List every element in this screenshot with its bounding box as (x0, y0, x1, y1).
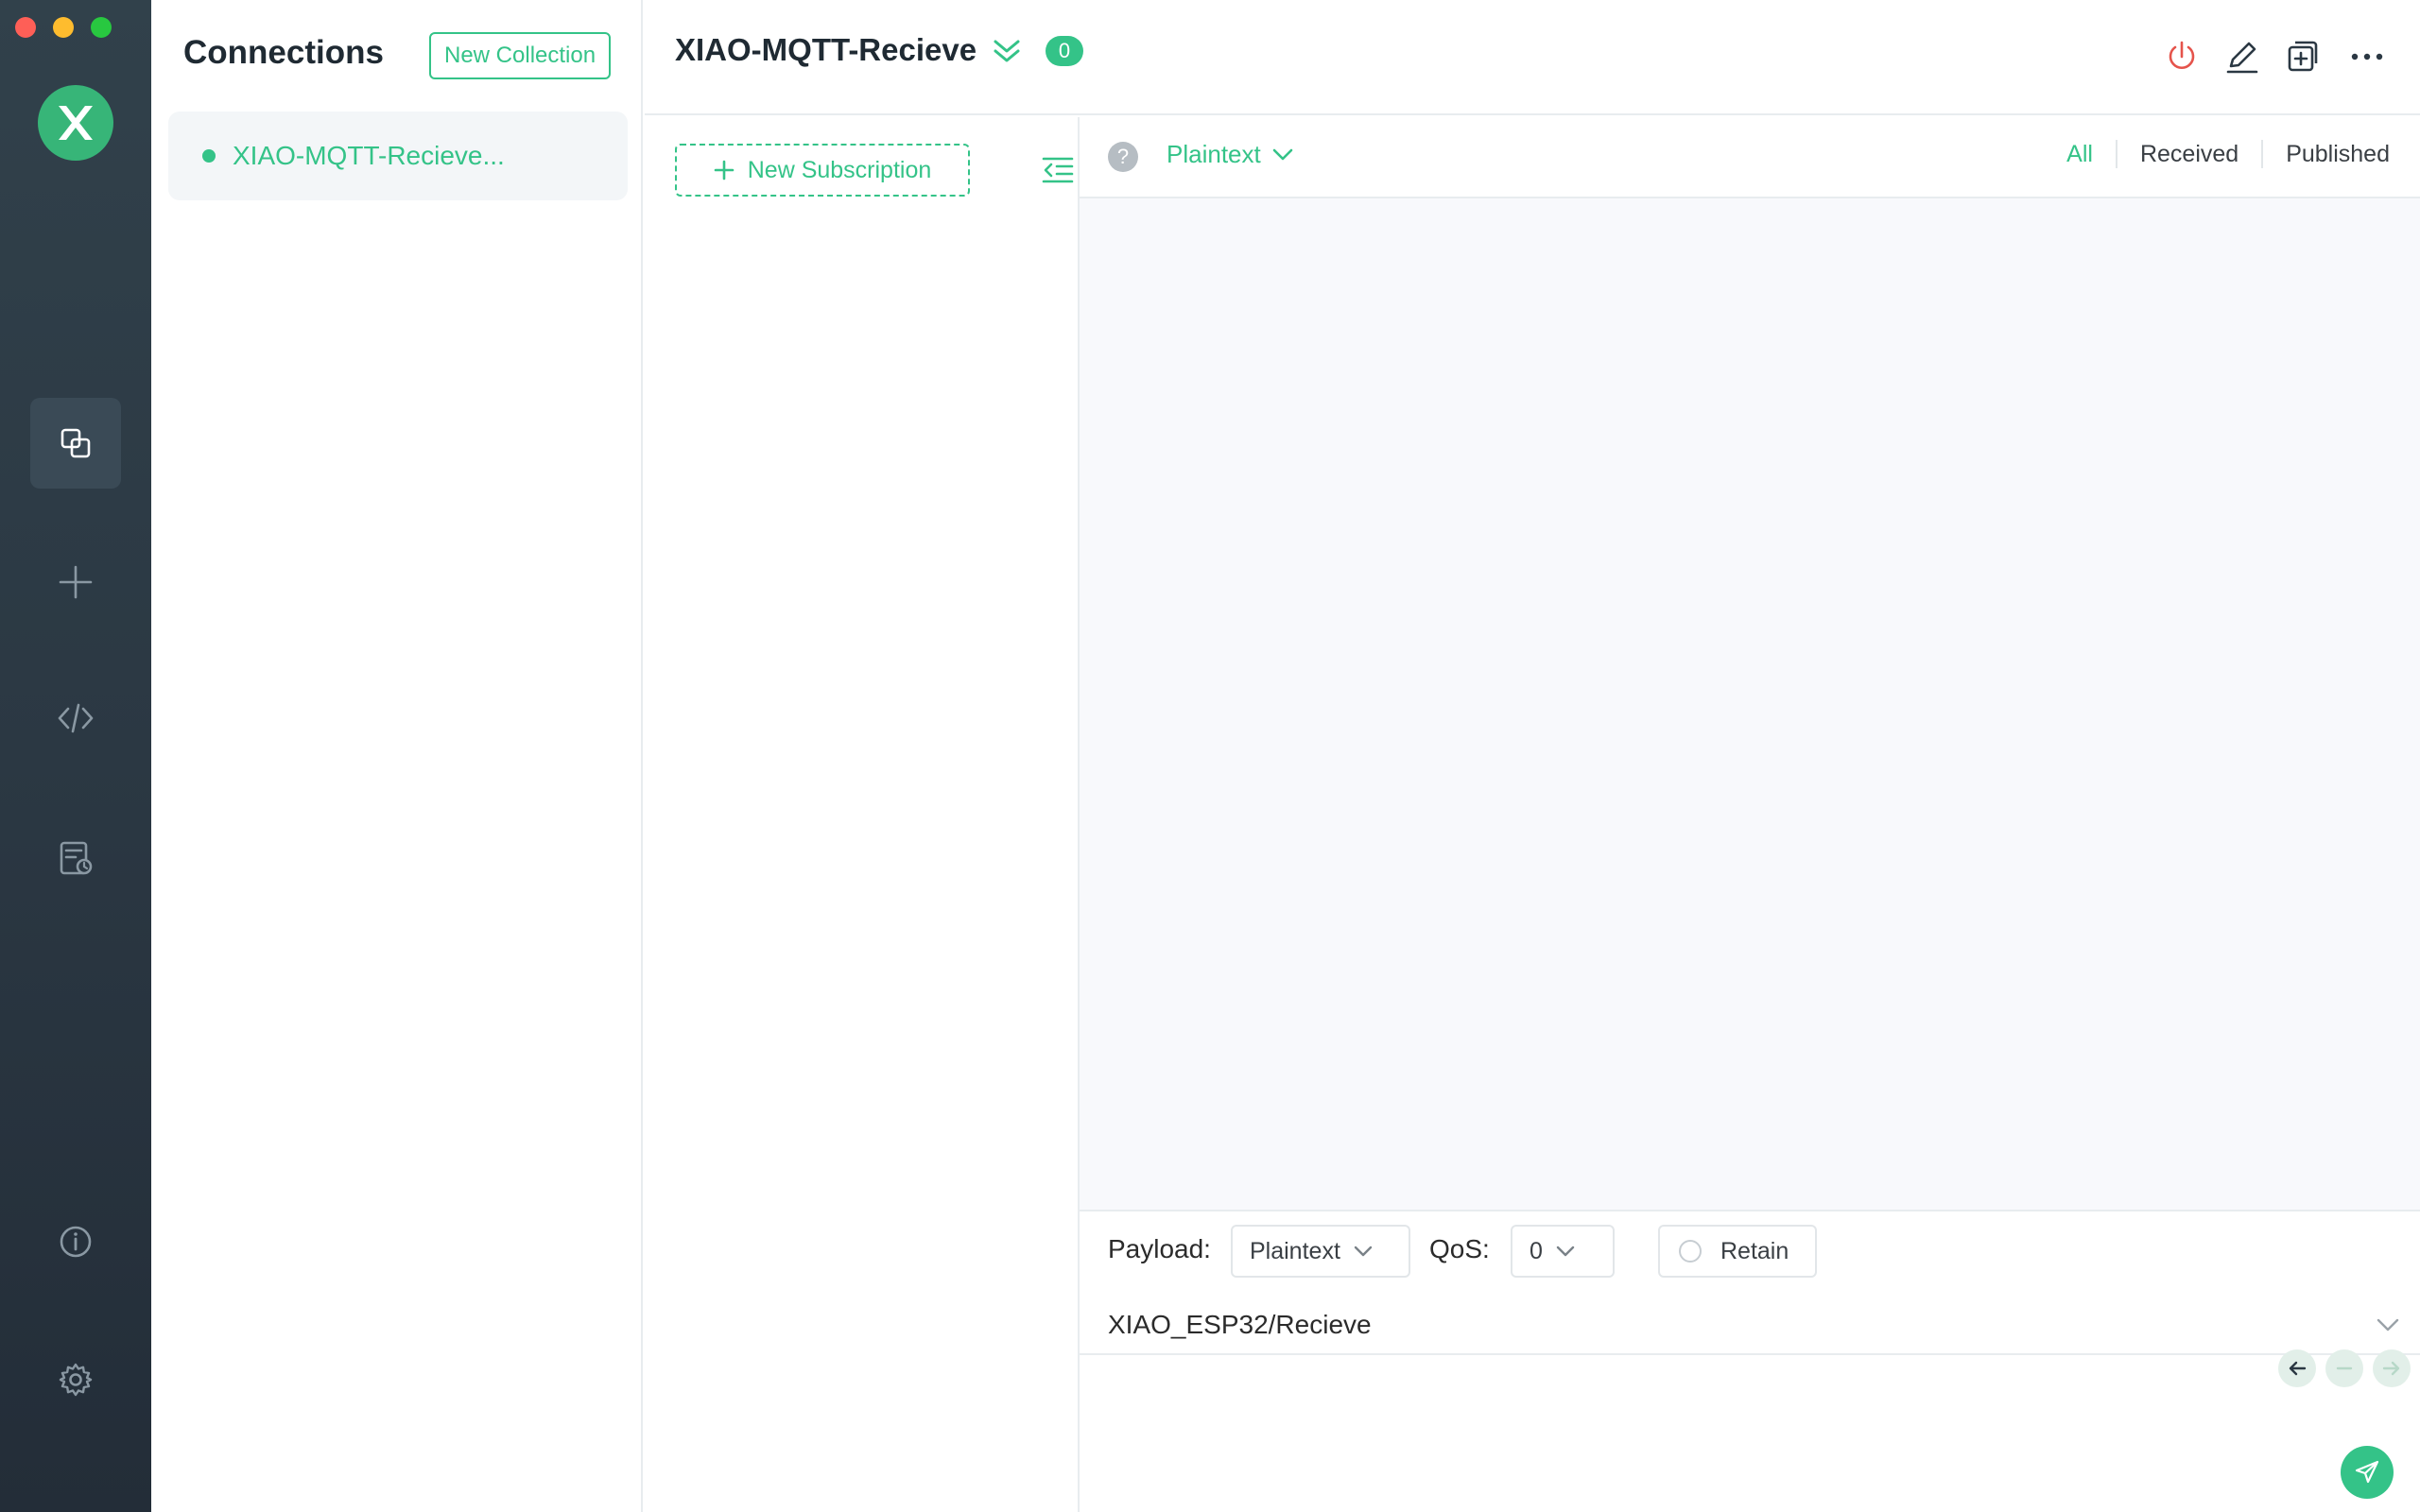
topic-input[interactable] (1108, 1304, 2337, 1346)
history-clear-button[interactable] (2325, 1349, 2363, 1387)
disconnect-button[interactable] (2161, 36, 2203, 77)
gear-icon (59, 1363, 93, 1397)
nav-log-button[interactable] (30, 813, 121, 903)
minus-icon (2336, 1366, 2353, 1370)
unread-count-badge: 0 (1046, 36, 1083, 66)
filter-received-tab[interactable]: Received (2118, 141, 2261, 168)
send-icon (2355, 1460, 2379, 1484)
chevron-down-icon (1272, 148, 1293, 160)
payload-format-select[interactable]: Plaintext (1231, 1225, 1410, 1278)
connections-title: Connections (183, 34, 384, 71)
payload-input[interactable] (1108, 1402, 2327, 1497)
qos-label: QoS: (1429, 1234, 1490, 1263)
new-subscription-button[interactable]: New Subscription (675, 144, 970, 197)
connection-title: XIAO-MQTT-Recieve (675, 32, 977, 67)
power-icon (2169, 41, 2195, 69)
qos-value: 0 (1530, 1237, 1543, 1264)
connection-status-dot (202, 149, 216, 163)
topic-history-chevron-icon[interactable] (2373, 1310, 2403, 1340)
window-close-button[interactable] (15, 17, 36, 38)
publish-panel: Payload: Plaintext QoS: 0 Retain (1080, 1210, 2420, 1512)
qos-select[interactable]: 0 (1511, 1225, 1615, 1278)
payload-format-value: Plaintext (1250, 1237, 1340, 1264)
message-filters: All Received Published (2044, 140, 2390, 168)
message-format-value: Plaintext (1167, 140, 1261, 168)
messages-list[interactable] (1080, 198, 2420, 1210)
retain-label: Retain (1720, 1237, 1789, 1264)
mqttx-logo-icon (38, 85, 113, 161)
subscriptions-panel: New Subscription (645, 117, 1080, 1512)
add-icon (59, 565, 93, 599)
arrow-right-icon (2382, 1361, 2400, 1376)
log-icon (60, 841, 93, 875)
retain-radio-circle (1679, 1240, 1702, 1263)
help-icon[interactable]: ? (1108, 142, 1138, 172)
connection-header: XIAO-MQTT-Recieve 0 (645, 0, 2420, 115)
nav-new-connection-button[interactable] (30, 537, 121, 627)
more-options-button[interactable] (2346, 36, 2388, 77)
more-icon (2351, 53, 2383, 60)
window-zoom-button[interactable] (91, 17, 112, 38)
arrow-left-icon (2289, 1361, 2307, 1376)
send-button[interactable] (2341, 1446, 2394, 1499)
new-window-button[interactable] (2282, 36, 2324, 77)
payload-label: Payload: (1108, 1234, 1211, 1263)
edit-connection-button[interactable] (2221, 36, 2263, 77)
connections-icon (60, 428, 91, 458)
connections-panel: Connections New Collection XIAO-MQTT-Rec… (151, 0, 643, 1512)
history-forward-button[interactable] (2373, 1349, 2411, 1387)
messages-toolbar: ? Plaintext All Received Published (1080, 117, 2420, 198)
connection-item[interactable]: XIAO-MQTT-Recieve... (168, 112, 628, 200)
chevron-down-icon (1354, 1246, 1373, 1257)
left-nav (0, 0, 151, 1512)
chevron-down-icon (1556, 1246, 1575, 1257)
nav-settings-button[interactable] (30, 1334, 121, 1425)
new-collection-button[interactable]: New Collection (429, 32, 612, 79)
message-format-select[interactable]: Plaintext (1167, 140, 1293, 169)
pencil-icon (2226, 42, 2258, 74)
connection-name: XIAO-MQTT-Recieve... (233, 141, 505, 170)
plus-icon (714, 160, 735, 180)
new-window-icon (2288, 41, 2318, 72)
collapse-panel-icon[interactable] (1040, 153, 1076, 189)
nav-about-button[interactable] (30, 1196, 121, 1287)
double-chevron-down-icon[interactable] (991, 38, 1023, 66)
filter-all-tab[interactable]: All (2044, 141, 2116, 168)
info-icon (60, 1226, 92, 1258)
script-icon (58, 703, 94, 733)
history-back-button[interactable] (2278, 1349, 2316, 1387)
topic-row (1080, 1298, 2420, 1355)
window-minimize-button[interactable] (53, 17, 74, 38)
filter-published-tab[interactable]: Published (2263, 141, 2390, 168)
new-subscription-label: New Subscription (747, 156, 932, 183)
retain-checkbox[interactable]: Retain (1658, 1225, 1817, 1278)
nav-script-button[interactable] (30, 673, 121, 764)
nav-connections-button[interactable] (30, 398, 121, 489)
